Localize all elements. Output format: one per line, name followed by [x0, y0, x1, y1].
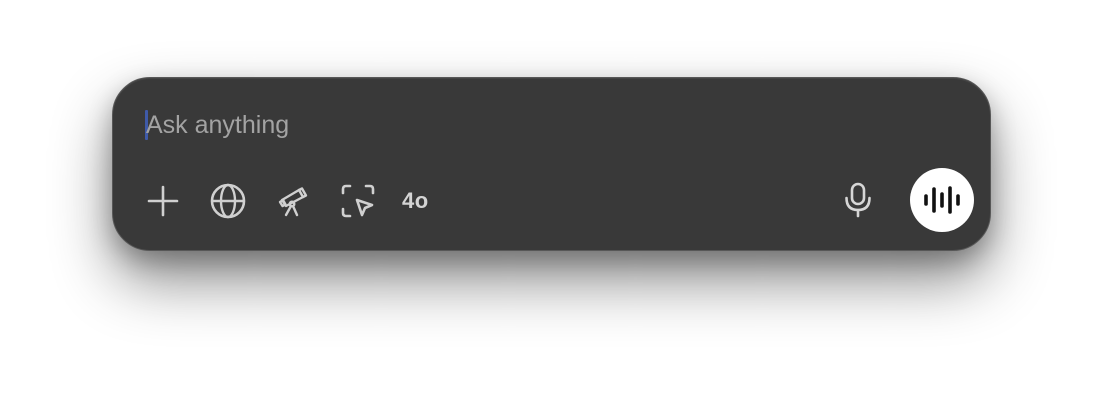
- globe-icon: [210, 183, 246, 219]
- telescope-icon: [278, 187, 308, 217]
- screen-select-cursor-icon: [341, 184, 375, 218]
- microphone-icon: [845, 182, 871, 218]
- dictate-button[interactable]: [838, 180, 878, 220]
- prompt-composer: 4o: [112, 77, 991, 251]
- deep-research-button[interactable]: [273, 181, 313, 221]
- window-stage: 4o: [0, 0, 1104, 400]
- voice-mode-button[interactable]: [910, 168, 974, 232]
- plus-icon: [147, 185, 179, 217]
- toolbar-left: 4o: [143, 181, 429, 221]
- input-row: [145, 108, 846, 142]
- screen-capture-button[interactable]: [338, 181, 378, 221]
- attach-button[interactable]: [143, 181, 183, 221]
- model-selector[interactable]: 4o: [402, 181, 429, 221]
- voice-waveform-icon: [924, 186, 960, 214]
- prompt-input[interactable]: [146, 110, 846, 140]
- web-search-button[interactable]: [208, 181, 248, 221]
